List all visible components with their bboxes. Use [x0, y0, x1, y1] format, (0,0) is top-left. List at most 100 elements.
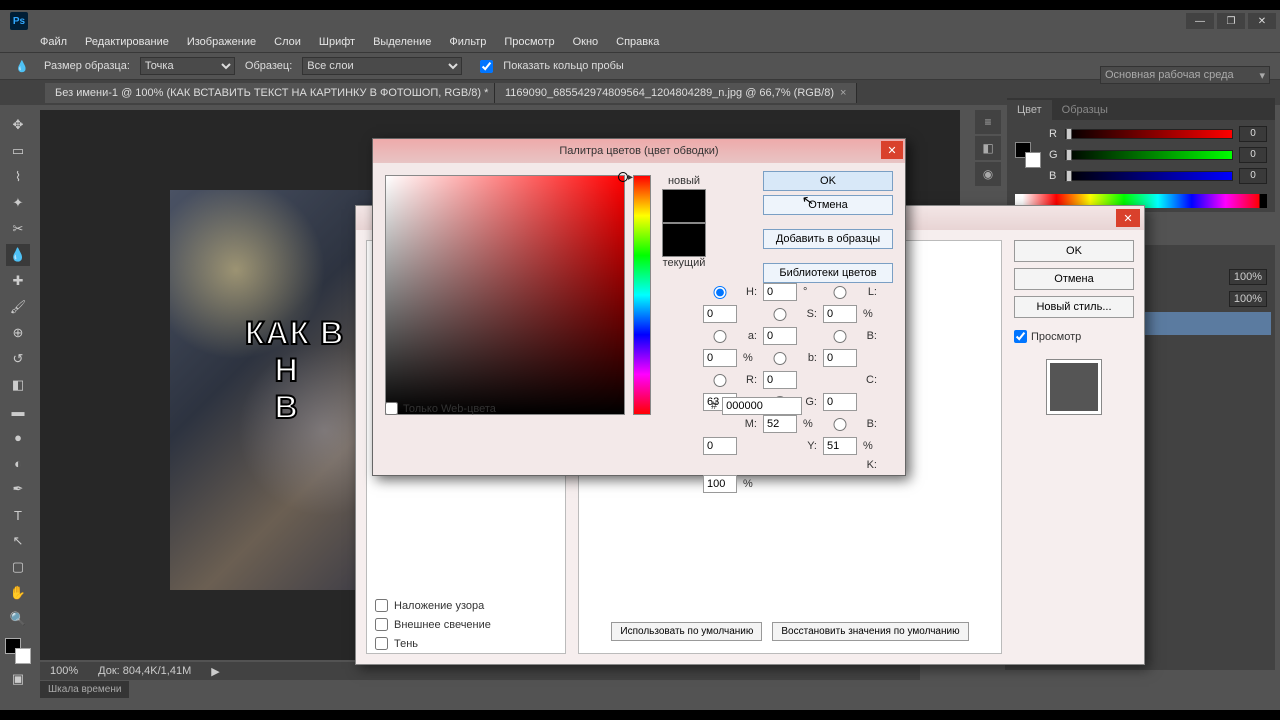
fg-bg-swatch[interactable]	[1015, 142, 1041, 168]
eyedropper-tool[interactable]: 💧	[6, 244, 30, 266]
timeline-panel-tab[interactable]: Шкала времени	[40, 681, 129, 698]
cp-bb-input[interactable]	[703, 437, 737, 455]
close-icon[interactable]: ×	[840, 87, 846, 99]
cp-b-radio[interactable]	[763, 352, 797, 365]
sample-size-select[interactable]: Точка	[140, 57, 235, 75]
shape-tool[interactable]: ▢	[6, 556, 30, 578]
lasso-tool[interactable]: ⌇	[6, 166, 30, 188]
menu-edit[interactable]: Редактирование	[85, 36, 169, 48]
wand-tool[interactable]: ✦	[6, 192, 30, 214]
cp-y-input[interactable]	[823, 437, 857, 455]
cp-ok-button[interactable]: OK	[763, 171, 893, 191]
cp-k-input[interactable]	[703, 475, 737, 493]
sample-source-select[interactable]: Все слои	[302, 57, 462, 75]
r-value[interactable]: 0	[1239, 126, 1267, 142]
ls-cancel-button[interactable]: Отмена	[1014, 268, 1134, 290]
g-slider[interactable]	[1065, 150, 1233, 160]
ls-opt-outer[interactable]	[375, 618, 388, 631]
document-tab-1[interactable]: Без имени-1 @ 100% (КАК ВСТАВИТЬ ТЕКСТ Н…	[45, 83, 495, 103]
document-tab-2[interactable]: 1169090_685542974809564_1204804289_n.jpg…	[495, 83, 857, 103]
cp-bb-radio[interactable]	[823, 418, 857, 431]
stamp-tool[interactable]: ⊕	[6, 322, 30, 344]
tab-color[interactable]: Цвет	[1007, 100, 1052, 120]
ls-opt-pattern[interactable]	[375, 599, 388, 612]
marquee-tool[interactable]: ▭	[6, 140, 30, 162]
minimize-button[interactable]: —	[1186, 13, 1214, 29]
cp-libraries-button[interactable]: Библиотеки цветов	[763, 263, 893, 283]
cp-current-color[interactable]	[662, 223, 706, 257]
b-value[interactable]: 0	[1239, 168, 1267, 184]
fill-value[interactable]: 100%	[1229, 291, 1267, 307]
ls-reset-default-button[interactable]: Восстановить значения по умолчанию	[772, 622, 968, 641]
cp-a-input[interactable]	[763, 327, 797, 345]
cp-r-input[interactable]	[763, 371, 797, 389]
cp-m-input[interactable]	[763, 415, 797, 433]
dodge-tool[interactable]: ◐	[6, 452, 30, 474]
menu-window[interactable]: Окно	[573, 36, 599, 48]
cp-close-button[interactable]: ✕	[881, 141, 903, 159]
cp-h-radio[interactable]	[703, 286, 737, 299]
zoom-value[interactable]: 100%	[50, 665, 78, 677]
ls-opt-shadow[interactable]	[375, 637, 388, 650]
path-tool[interactable]: ↖	[6, 530, 30, 552]
ls-ok-button[interactable]: OK	[1014, 240, 1134, 262]
hand-tool[interactable]: ✋	[6, 582, 30, 604]
close-button[interactable]: ✕	[1248, 13, 1276, 29]
menu-file[interactable]: Файл	[40, 36, 67, 48]
gradient-tool[interactable]: ▬	[6, 400, 30, 422]
ls-new-style-button[interactable]: Новый стиль...	[1014, 296, 1134, 318]
menu-image[interactable]: Изображение	[187, 36, 256, 48]
cp-b-input[interactable]	[823, 349, 857, 367]
panel-icon-history[interactable]: ≡	[975, 110, 1001, 134]
tab-swatches[interactable]: Образцы	[1052, 100, 1118, 120]
cp-hue-slider[interactable]: ▸	[633, 175, 651, 415]
cp-bv-input[interactable]	[703, 349, 737, 367]
cp-webonly-checkbox[interactable]	[385, 402, 398, 415]
g-value[interactable]: 0	[1239, 147, 1267, 163]
cp-s-radio[interactable]	[763, 308, 797, 321]
cp-r-radio[interactable]	[703, 374, 737, 387]
cp-hex-input[interactable]	[722, 397, 802, 415]
ps-logo-icon: Ps	[10, 12, 28, 30]
history-brush-tool[interactable]: ↺	[6, 348, 30, 370]
heal-tool[interactable]: ✚	[6, 270, 30, 292]
menu-layer[interactable]: Слои	[274, 36, 301, 48]
cp-bv-radio[interactable]	[823, 330, 857, 343]
zoom-tool[interactable]: 🔍	[6, 608, 30, 630]
menu-filter[interactable]: Фильтр	[449, 36, 486, 48]
menu-view[interactable]: Просмотр	[504, 36, 554, 48]
ls-close-button[interactable]: ✕	[1116, 209, 1140, 227]
ls-use-default-button[interactable]: Использовать по умолчанию	[611, 622, 762, 641]
menu-help[interactable]: Справка	[616, 36, 659, 48]
cp-l-input[interactable]	[703, 305, 737, 323]
cp-a-radio[interactable]	[703, 330, 737, 343]
quickmask-tool[interactable]: ▣	[6, 668, 30, 690]
workspace-select[interactable]: Основная рабочая среда▾	[1100, 66, 1270, 84]
play-icon[interactable]: ▶	[211, 665, 219, 678]
r-slider[interactable]	[1065, 129, 1233, 139]
pen-tool[interactable]: ✒	[6, 478, 30, 500]
menu-select[interactable]: Выделение	[373, 36, 431, 48]
cp-h-input[interactable]	[763, 283, 797, 301]
type-tool[interactable]: T	[6, 504, 30, 526]
cp-g-input[interactable]	[823, 393, 857, 411]
opacity-value[interactable]: 100%	[1229, 269, 1267, 285]
brush-tool[interactable]: 🖌	[6, 296, 30, 318]
cp-l-radio[interactable]	[823, 286, 857, 299]
show-ring-checkbox[interactable]	[480, 60, 493, 73]
cp-s-input[interactable]	[823, 305, 857, 323]
panel-icon-properties[interactable]: ◧	[975, 136, 1001, 160]
panel-icon-brush[interactable]: ◉	[975, 162, 1001, 186]
cp-add-swatch-button[interactable]: Добавить в образцы	[763, 229, 893, 249]
maximize-button[interactable]: ❐	[1217, 13, 1245, 29]
cp-cancel-button[interactable]: Отмена	[763, 195, 893, 215]
color-swatches[interactable]	[5, 638, 31, 664]
ls-preview-checkbox[interactable]	[1014, 330, 1027, 343]
cp-color-field[interactable]	[385, 175, 625, 415]
eraser-tool[interactable]: ◧	[6, 374, 30, 396]
menu-type[interactable]: Шрифт	[319, 36, 355, 48]
blur-tool[interactable]: ●	[6, 426, 30, 448]
crop-tool[interactable]: ✂	[6, 218, 30, 240]
b-slider[interactable]	[1065, 171, 1233, 181]
move-tool[interactable]: ✥	[6, 114, 30, 136]
